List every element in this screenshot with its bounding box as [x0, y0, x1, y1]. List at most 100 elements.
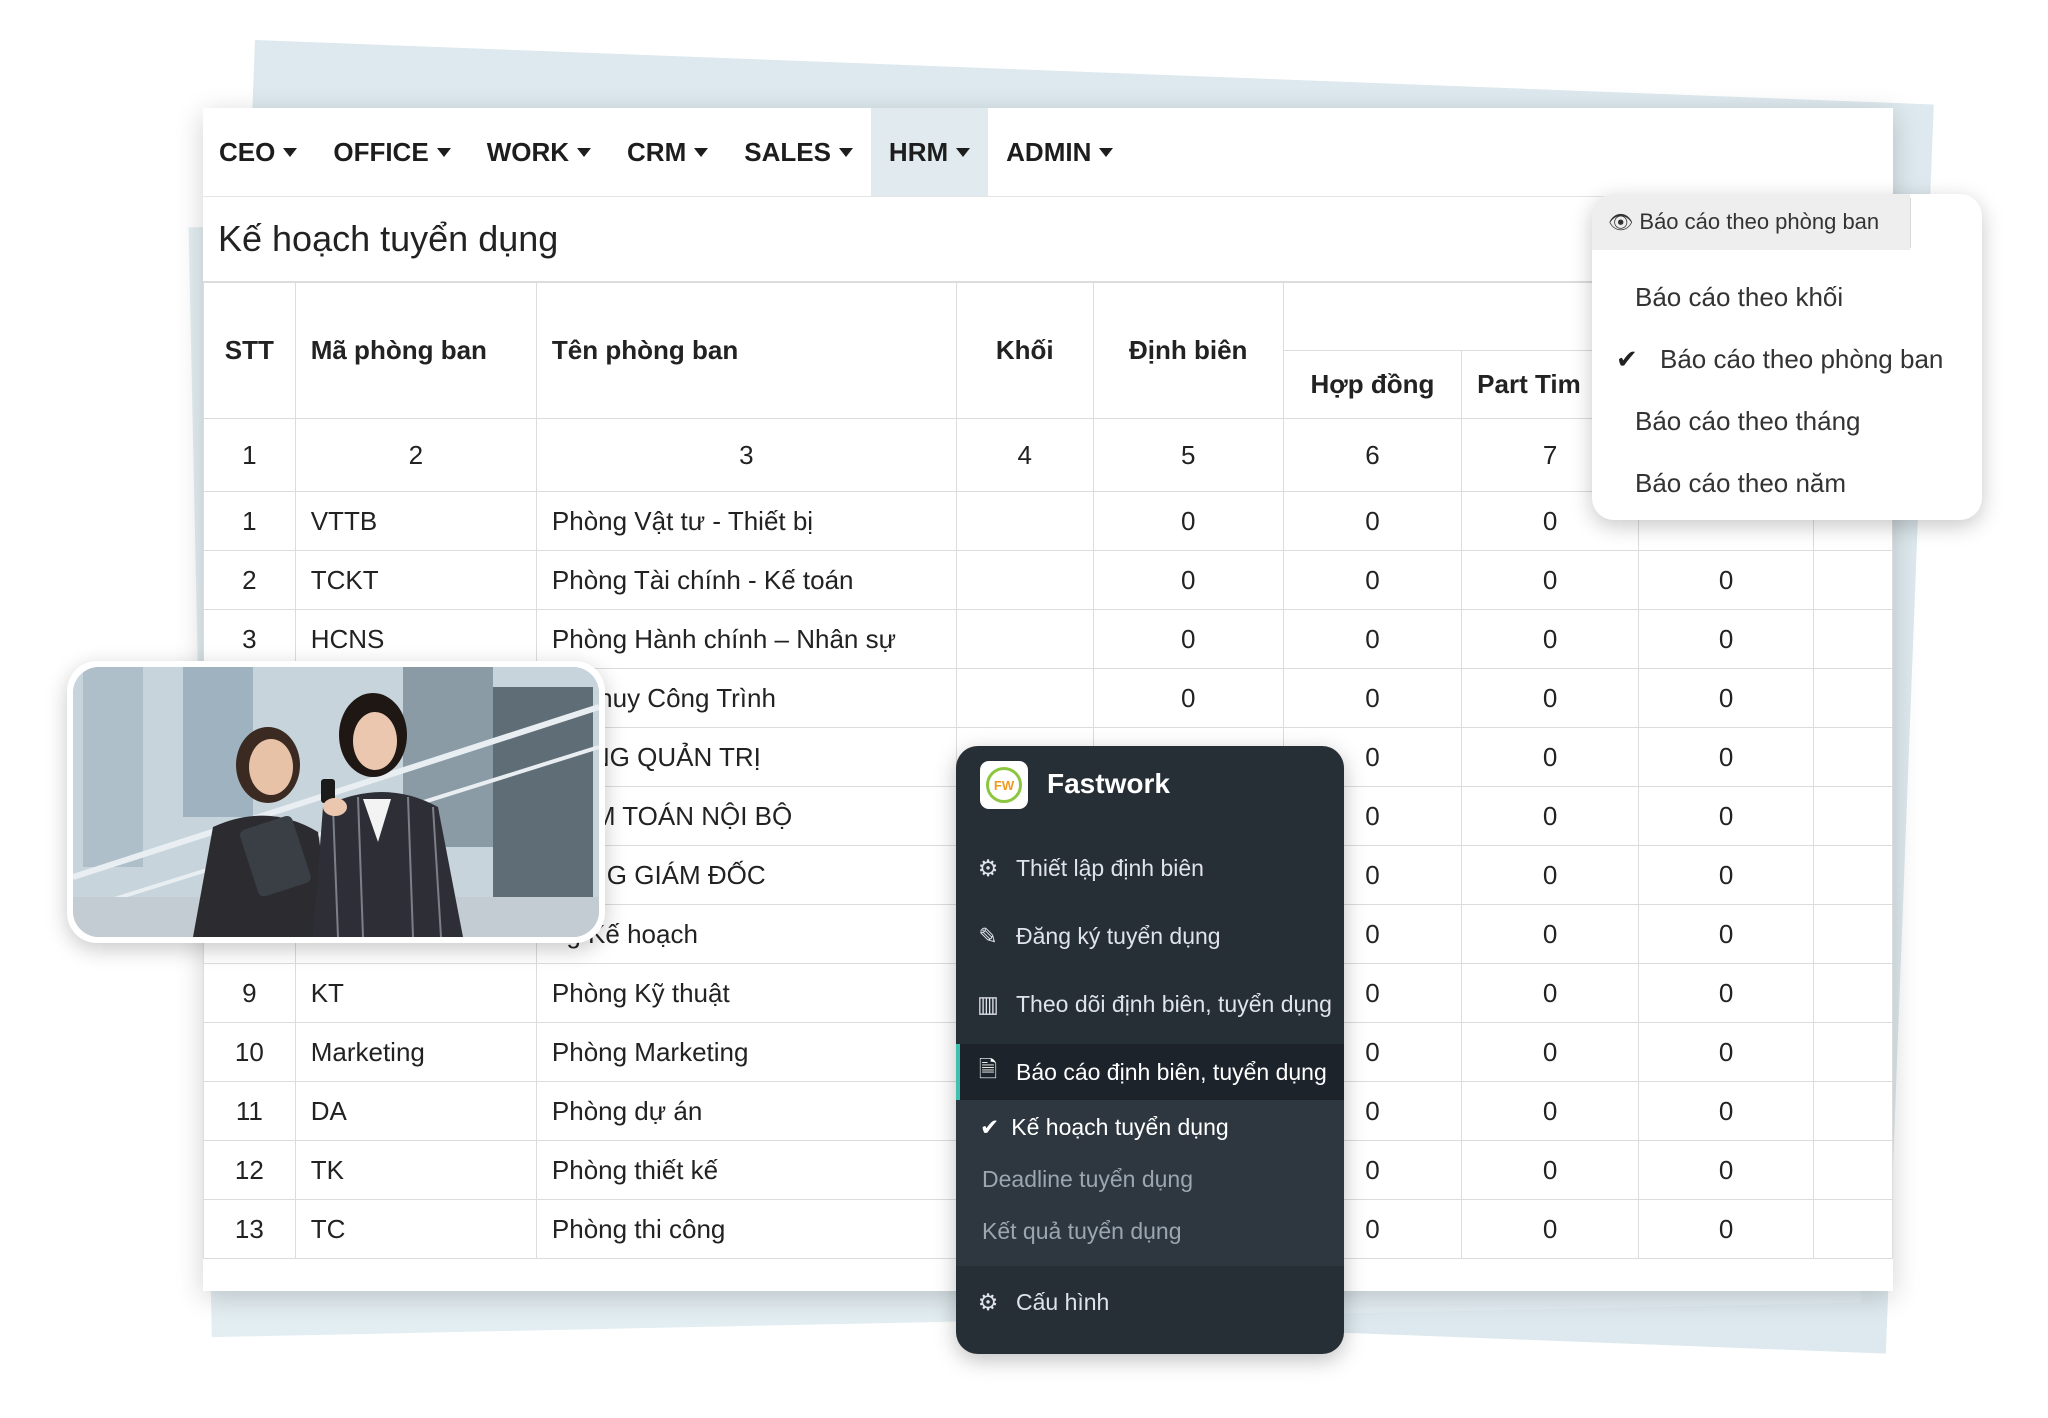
- check-icon: ✔: [1616, 344, 1638, 374]
- cell-empty: [1813, 904, 1893, 964]
- report-type-current: Báo cáo theo phòng ban: [1639, 209, 1880, 234]
- cell-khoi: [955, 609, 1094, 669]
- sidebar-item-thiet-lap-dinh-bien[interactable]: ⚙ Thiết lập định biên: [956, 840, 1344, 896]
- nav-label: WORK: [486, 136, 570, 167]
- report-option-khoi[interactable]: Báo cáo theo khối: [1635, 282, 1843, 313]
- cell-ma: DA: [294, 1081, 537, 1141]
- cell-hop-dong: 0: [1282, 668, 1463, 728]
- cell-ma: Marketing: [294, 1022, 537, 1082]
- sidebar-title: Fastwork: [1047, 768, 1170, 799]
- cell-ma: TC: [294, 1199, 537, 1259]
- nav-hrm[interactable]: HRM: [870, 108, 989, 196]
- cell-empty: [1813, 786, 1893, 846]
- submenu-panel: ✔ Kế hoạch tuyển dụng Deadline tuyển dụng…: [956, 1100, 1344, 1266]
- edit-icon: ✎: [978, 922, 998, 949]
- option-label: Báo cáo theo năm: [1635, 468, 1847, 498]
- cell-empty: [1813, 668, 1893, 728]
- cell-ten: Phòng dự án: [535, 1081, 957, 1141]
- header-dinh-bien: Định biên: [1092, 282, 1284, 419]
- cell-empty: [1813, 845, 1893, 905]
- cell-c8: 0: [1638, 786, 1815, 846]
- cell-c8: 0: [1638, 1081, 1815, 1141]
- cell-empty: [1813, 1199, 1893, 1259]
- submenu-ket-qua-tuyen-dung[interactable]: Kết quả tuyển dụng: [982, 1218, 1182, 1245]
- cell-c8: 0: [1638, 963, 1815, 1023]
- fastwork-sidebar: FW Fastwork ⚙ Thiết lập định biên ✎ Đăng…: [956, 746, 1344, 1354]
- submenu-ke-hoach-tuyen-dung[interactable]: ✔ Kế hoạch tuyển dụng: [980, 1114, 1229, 1141]
- nav-admin[interactable]: ADMIN: [988, 108, 1131, 196]
- index-cell: 1: [203, 418, 296, 492]
- cell-stt: 13: [203, 1199, 296, 1259]
- nav-label: ADMIN: [1006, 136, 1092, 167]
- cell-c8: 0: [1638, 845, 1815, 905]
- cell-part-time: 0: [1461, 668, 1640, 728]
- sidebar-item-bao-cao[interactable]: 🗎 Báo cáo định biên, tuyển dụng: [956, 1044, 1344, 1100]
- report-option-phong-ban[interactable]: ✔ Báo cáo theo phòng ban: [1616, 344, 1944, 375]
- photo-card: [67, 661, 605, 943]
- table-row: 3 HCNS Phòng Hành chính – Nhân sự 0 0 0 0: [203, 609, 1893, 669]
- sidebar-item-label: Đăng ký tuyển dụng: [1016, 922, 1221, 949]
- index-cell: 6: [1282, 418, 1463, 492]
- cell-hop-dong: 0: [1282, 550, 1463, 610]
- cell-empty: [1813, 963, 1893, 1023]
- report-option-nam[interactable]: Báo cáo theo năm: [1635, 468, 1846, 499]
- cell-c8: 0: [1638, 550, 1815, 610]
- report-type-button[interactable]: 👁 Báo cáo theo phòng ban: [1592, 194, 1910, 250]
- cell-ma: VTTB: [294, 491, 537, 551]
- header-khoi: Khối: [955, 282, 1094, 419]
- bar-chart-icon: ▥: [977, 990, 999, 1017]
- cell-c8: 0: [1638, 609, 1815, 669]
- cell-ten: Phòng Marketing: [535, 1022, 957, 1082]
- cell-dinh-bien: 0: [1092, 609, 1284, 669]
- cell-stt: 9: [203, 963, 296, 1023]
- nav-label: CEO: [219, 136, 276, 167]
- cell-dinh-bien: 0: [1092, 491, 1284, 551]
- nav-sales[interactable]: SALES: [726, 108, 871, 196]
- dropdown-divider: [1910, 198, 1983, 248]
- nav-crm[interactable]: CRM: [609, 108, 726, 196]
- cell-part-time: 0: [1461, 786, 1640, 846]
- nav-work[interactable]: WORK: [469, 108, 609, 196]
- cell-stt: 12: [203, 1140, 296, 1200]
- cell-c8: 0: [1638, 1140, 1815, 1200]
- sidebar-item-label: Báo cáo định biên, tuyển dụng: [1016, 1058, 1327, 1085]
- fastwork-logo: FW: [980, 761, 1028, 809]
- cell-empty: [1813, 609, 1893, 669]
- index-cell: 3: [535, 418, 957, 492]
- cell-c8: 0: [1638, 1022, 1815, 1082]
- cell-part-time: 0: [1461, 1199, 1640, 1259]
- sidebar-item-label: Theo dõi định biên, tuyển dụng: [1016, 990, 1332, 1017]
- table-row: 2 TCKT Phòng Tài chính - Kế toán 0 0 0 0: [203, 550, 1893, 610]
- sidebar-item-label: Cấu hình: [1016, 1288, 1110, 1315]
- document-icon: 🗎: [978, 1055, 998, 1082]
- sidebar-item-label: Thiết lập định biên: [1016, 854, 1204, 881]
- submenu-label: Kết quả tuyển dụng: [982, 1218, 1182, 1244]
- sidebar-item-cau-hinh[interactable]: ⚙ Cấu hình: [956, 1274, 1344, 1330]
- submenu-deadline-tuyen-dung[interactable]: Deadline tuyển dụng: [982, 1166, 1193, 1193]
- cell-empty: [1813, 1022, 1893, 1082]
- top-navigation: CEO OFFICE WORK CRM SALES HRM ADMIN: [203, 108, 1893, 197]
- header-ma-phong-ban: Mã phòng ban: [294, 282, 537, 419]
- cell-ma: KT: [294, 963, 537, 1023]
- nav-office[interactable]: OFFICE: [315, 108, 468, 196]
- submenu-label: Deadline tuyển dụng: [982, 1166, 1193, 1192]
- caret-down-icon: [694, 147, 709, 157]
- option-label: Báo cáo theo tháng: [1635, 406, 1861, 436]
- sidebar-item-theo-doi[interactable]: ▥ Theo dõi định biên, tuyển dụng: [956, 976, 1344, 1032]
- cell-c8: 0: [1638, 727, 1815, 787]
- cell-hop-dong: 0: [1282, 491, 1463, 551]
- cell-c8: 0: [1638, 668, 1815, 728]
- cell-empty: [1813, 1081, 1893, 1141]
- cell-khoi: [955, 668, 1094, 728]
- cell-hop-dong: 0: [1282, 609, 1463, 669]
- cell-part-time: 0: [1461, 1081, 1640, 1141]
- eye-icon: 👁: [1608, 211, 1634, 234]
- header-stt: STT: [203, 282, 296, 419]
- cell-c8: 0: [1638, 1199, 1815, 1259]
- nav-ceo[interactable]: CEO: [203, 108, 315, 196]
- nav-label: SALES: [744, 136, 831, 167]
- index-cell: 4: [955, 418, 1094, 492]
- option-label: Báo cáo theo phòng ban: [1660, 344, 1944, 374]
- report-option-thang[interactable]: Báo cáo theo tháng: [1635, 406, 1861, 437]
- sidebar-item-dang-ky-tuyen-dung[interactable]: ✎ Đăng ký tuyển dụng: [956, 908, 1344, 964]
